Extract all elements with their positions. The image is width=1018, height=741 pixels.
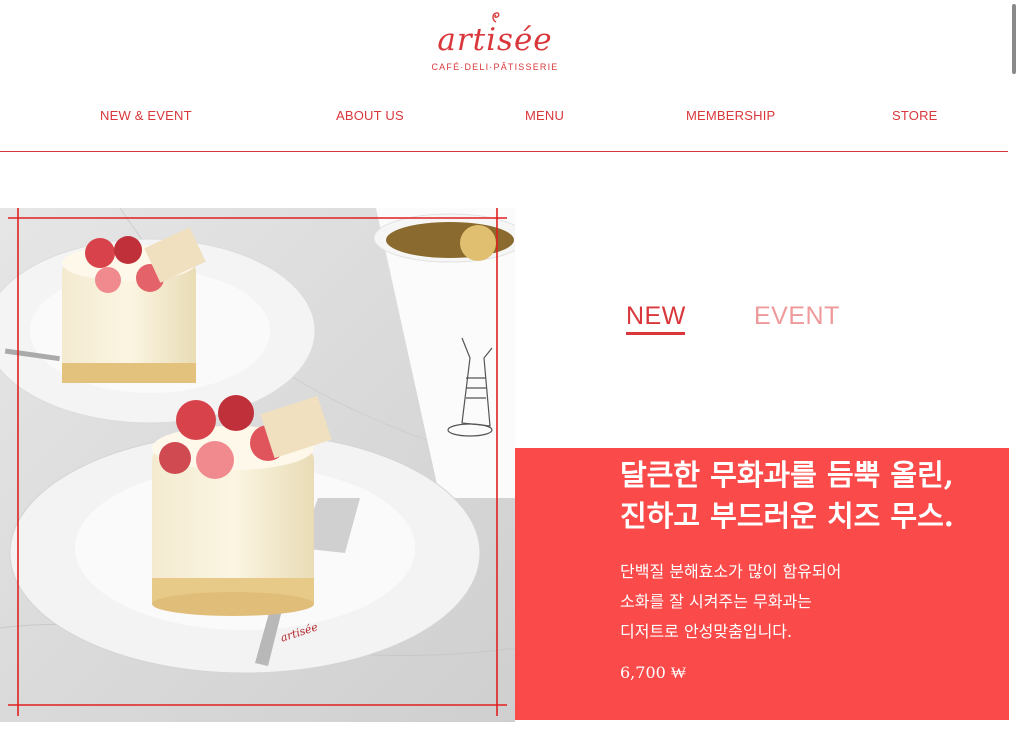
scrollbar-track[interactable] <box>1010 0 1018 741</box>
product-description: 단백질 분해효소가 많이 함유되어 소화를 잘 시켜주는 무화과는 디저트로 안… <box>620 557 1000 647</box>
product-headline: 달큰한 무화과를 듬뿍 올린, 진하고 부드러운 치즈 무스. <box>620 455 1000 537</box>
nav-divider <box>0 151 1008 152</box>
headline-line-2: 진하고 부드러운 치즈 무스. <box>620 499 954 533</box>
tab-event[interactable]: EVENT <box>754 302 840 331</box>
nav-item-about-us[interactable]: ABOUT US <box>336 108 404 123</box>
scrollbar-thumb[interactable] <box>1012 4 1016 74</box>
tab-new-active-underline <box>626 332 685 335</box>
description-line-1: 단백질 분해효소가 많이 함유되어 <box>620 562 842 581</box>
logo-swirl-icon <box>492 12 500 23</box>
nav-item-store[interactable]: STORE <box>892 108 938 123</box>
brand-logo[interactable]: artisée CAFÉ·DELI·PÂTISSERIE <box>400 8 590 84</box>
nav-item-new-event[interactable]: NEW & EVENT <box>100 108 192 123</box>
nav-item-membership[interactable]: MEMBERSHIP <box>686 108 775 123</box>
product-price: 6,700 ₩ <box>620 663 686 682</box>
main-nav: NEW & EVENT ABOUT US MENU MEMBERSHIP STO… <box>0 108 1010 130</box>
product-photo: artisée <box>0 208 515 722</box>
description-line-2: 소화를 잘 시켜주는 무화과는 <box>620 592 812 611</box>
logo-tagline: CAFÉ·DELI·PÂTISSERIE <box>431 62 559 72</box>
tab-new[interactable]: NEW <box>626 302 686 331</box>
nav-item-menu[interactable]: MENU <box>525 108 564 123</box>
description-line-3: 디저트로 안성맞춤입니다. <box>620 622 793 641</box>
headline-line-1: 달큰한 무화과를 듬뿍 올린, <box>620 458 954 492</box>
logo-wordmark: artisée <box>437 22 553 58</box>
